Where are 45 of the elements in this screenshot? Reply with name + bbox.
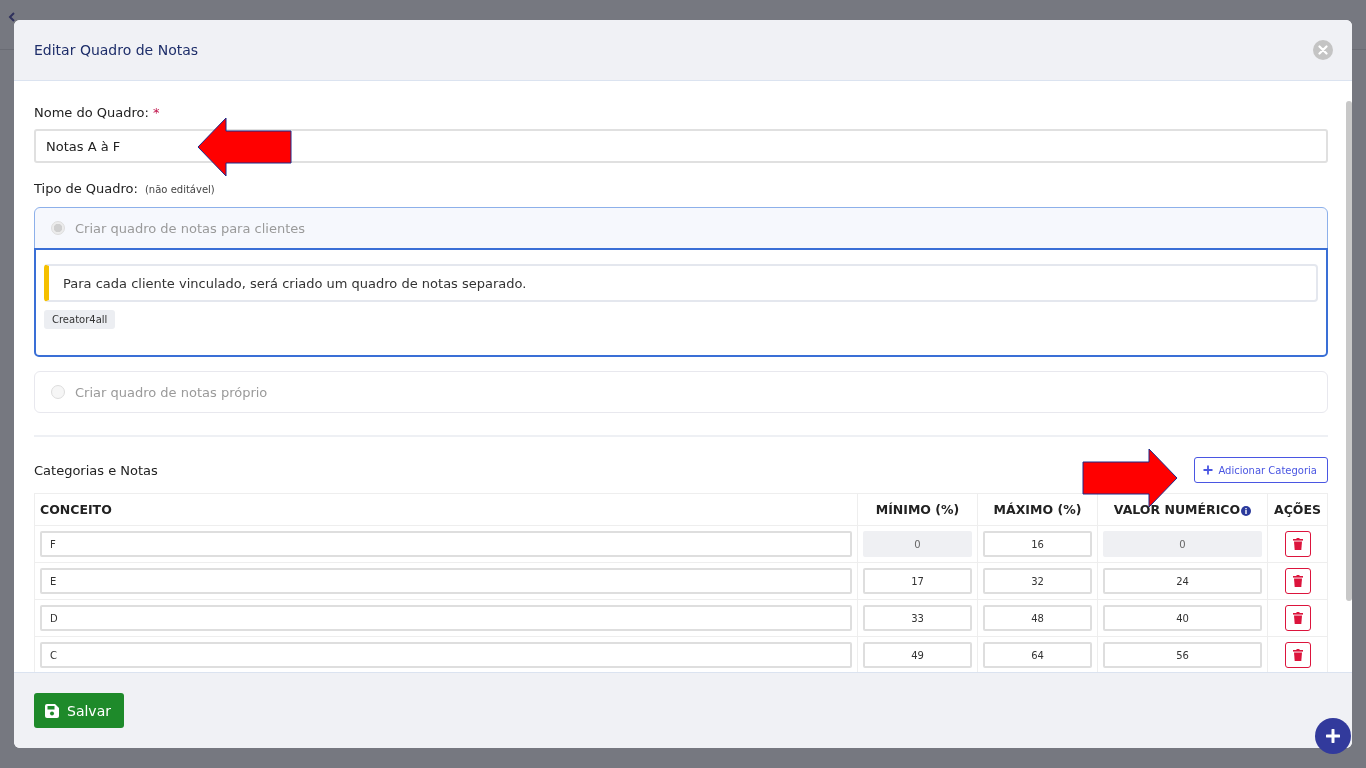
trash-icon xyxy=(1292,612,1303,624)
delete-button[interactable] xyxy=(1284,642,1311,668)
trash-icon xyxy=(1292,538,1303,550)
plus-icon xyxy=(1326,729,1340,743)
close-icon xyxy=(1318,45,1328,55)
maximum-field[interactable]: 16 xyxy=(983,531,1092,557)
numeric-value-field[interactable]: 24 xyxy=(1103,568,1262,594)
section-title: Categorias e Notas xyxy=(34,462,158,478)
minimum-field[interactable]: 33 xyxy=(863,605,972,631)
dialog-title: Editar Quadro de Notas xyxy=(34,42,199,58)
concept-field[interactable]: C xyxy=(40,642,852,668)
maximum-field[interactable]: 64 xyxy=(983,642,1092,668)
maximum-field[interactable]: 32 xyxy=(983,568,1092,594)
option-label: Criar quadro de notas para clientes xyxy=(75,220,305,236)
column-header: CONCEITO xyxy=(34,493,858,526)
field-note: (não editável) xyxy=(144,184,215,195)
name-field[interactable]: Notas A à F xyxy=(34,129,1328,163)
minimum-field[interactable]: 0 xyxy=(863,531,972,557)
column-header: AÇÕES xyxy=(1267,493,1328,526)
numeric-value-field[interactable]: 56 xyxy=(1103,642,1262,668)
delete-button[interactable] xyxy=(1284,531,1311,557)
concept-field[interactable]: E xyxy=(40,568,852,594)
minimum-field[interactable]: 17 xyxy=(863,568,972,594)
trash-icon xyxy=(1292,649,1303,661)
client-tag: Creator4all xyxy=(44,310,116,329)
delete-button[interactable] xyxy=(1284,568,1311,594)
field-label: Tipo de Quadro: xyxy=(34,181,138,196)
add-category-button[interactable]: Adicionar Categoria xyxy=(1194,457,1328,483)
info-icon xyxy=(1241,505,1252,516)
save-button[interactable]: Salvar xyxy=(34,693,124,728)
concept-field[interactable]: F xyxy=(40,531,852,557)
plus-icon xyxy=(1203,465,1214,475)
numeric-value-field[interactable]: 40 xyxy=(1103,605,1262,631)
info-alert: Para cada cliente vinculado, será criado um quadro de notas separado. xyxy=(44,264,1318,302)
concept-field[interactable]: D xyxy=(40,605,852,631)
option-label: Criar quadro de notas próprio xyxy=(75,384,268,400)
trash-icon xyxy=(1292,575,1303,587)
scrollbar[interactable] xyxy=(1346,101,1352,601)
minimum-field[interactable]: 49 xyxy=(863,642,972,668)
field-label: Nome do Quadro: xyxy=(34,105,149,120)
delete-button[interactable] xyxy=(1284,605,1311,631)
required-mark: * xyxy=(152,105,160,120)
maximum-field[interactable]: 48 xyxy=(983,605,1092,631)
numeric-value-field[interactable]: 0 xyxy=(1103,531,1262,557)
column-header: MÍNIMO (%) xyxy=(857,493,978,526)
